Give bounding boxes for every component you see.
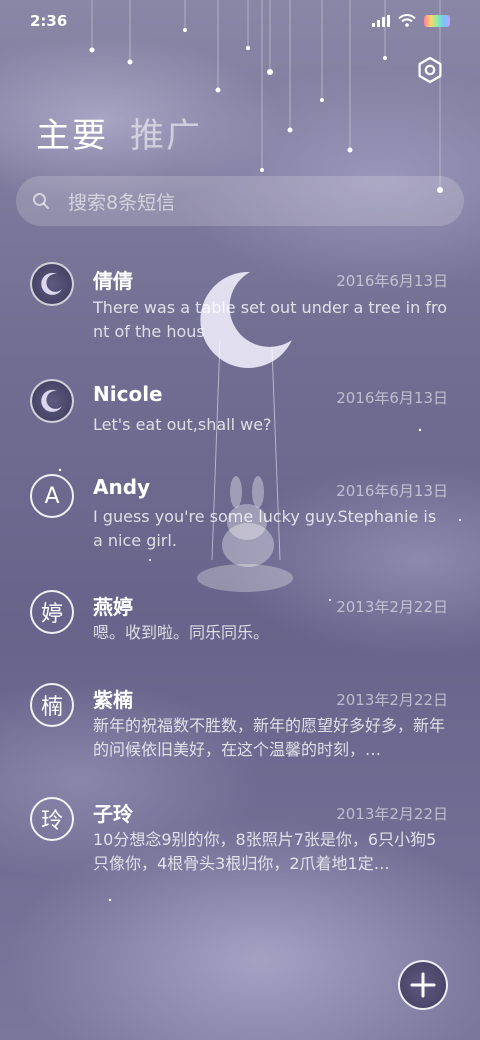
search-icon [33,193,49,209]
message-date: 2013年2月22日 [336,598,448,616]
contact-avatar: 楠 [30,683,74,727]
plus-icon [410,972,436,998]
status-time: 2:36 [30,12,68,30]
contact-avatar: 婷 [30,590,74,634]
contact-name: 燕婷 [93,595,133,619]
contact-avatar [30,379,74,423]
message-preview: 嗯。收到啦。同乐同乐。 [93,623,270,642]
message-date: 2016年6月13日 [336,272,448,290]
conversation-item[interactable]: 倩倩 2016年6月13日 There was a table set out … [0,262,480,352]
contact-name: 子玲 [93,802,133,826]
message-preview: I guess you're some lucky guy.Stephanie … [93,507,437,550]
message-preview: 新年的祝福数不胜数，新年的愿望好多好多，新年的问候依旧美好，在这个温馨的时刻，… [93,716,446,759]
search-placeholder: 搜索8条短信 [68,192,176,214]
conversation-item[interactable]: A Andy 2016年6月13日 I guess you're some lu… [0,474,480,554]
tab-promotions[interactable]: 推广 [130,108,202,157]
conversation-item[interactable]: 婷 燕婷 2013年2月22日 嗯。收到啦。同乐同乐。 [0,590,480,650]
wifi-icon [398,14,416,27]
message-date: 2013年2月22日 [336,805,448,823]
signal-icon [372,14,390,27]
contact-name: 紫楠 [93,688,133,712]
battery-icon [424,14,450,27]
conversation-item[interactable]: 楠 紫楠 2013年2月22日 新年的祝福数不胜数，新年的愿望好多好多，新年的问… [0,683,480,763]
status-bar: 2:36 [0,0,480,44]
contact-avatar [30,262,74,306]
message-date: 2016年6月13日 [336,482,448,500]
contact-name: Nicole [93,382,163,406]
moon-avatar-icon [41,389,62,412]
status-icons [372,14,450,27]
conversation-item[interactable]: 玲 子玲 2013年2月22日 10分想念9别的你，8张照片7张是你，6只小狗5… [0,797,480,877]
contact-name: Andy [93,475,151,499]
tab-primary[interactable]: 主要 [36,108,108,157]
contact-avatar: A [30,474,74,518]
message-date: 2013年2月22日 [336,691,448,709]
search-input[interactable]: 搜索8条短信 [16,176,464,226]
tab-bar: 主要 推广 [36,108,202,157]
contact-avatar: 玲 [30,797,74,841]
contact-name: 倩倩 [93,269,133,293]
message-preview: There was a table set out under a tree i… [93,298,447,341]
message-date: 2016年6月13日 [336,389,448,407]
moon-avatar-icon [41,272,62,295]
compose-button[interactable] [398,960,448,1010]
gear-icon [418,56,442,84]
conversation-item[interactable]: Nicole 2016年6月13日 Let's eat out,shall we… [0,379,480,439]
settings-button[interactable] [416,56,444,84]
message-preview: Let's eat out,shall we? [93,415,272,434]
message-preview: 10分想念9别的你，8张照片7张是你，6只小狗5只像你，4根骨头3根归你，2爪着… [93,830,437,873]
